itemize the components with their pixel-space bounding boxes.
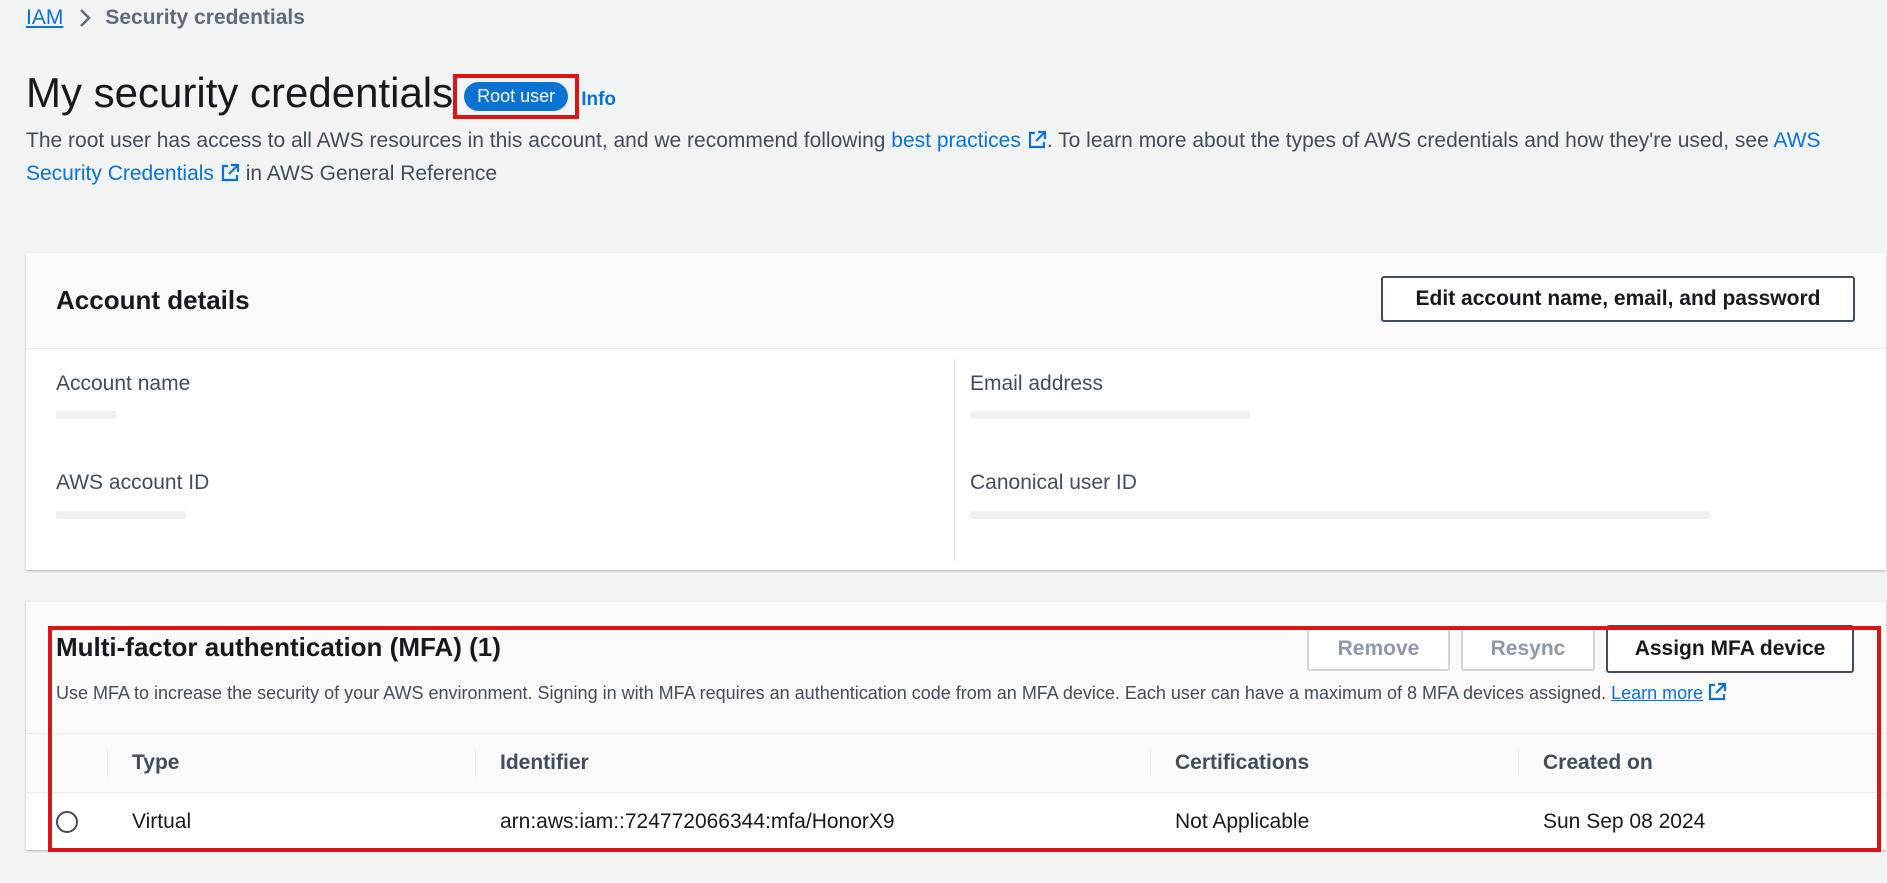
intro-text-1: The root user has access to all AWS reso… — [26, 129, 892, 152]
aws-account-id-value — [56, 511, 186, 519]
type-cell: Virtual — [132, 809, 192, 833]
breadcrumb: IAM Security credentials — [26, 6, 305, 30]
column-header-certifications[interactable]: Certifications — [1150, 734, 1518, 793]
account-details-title: Account details — [56, 285, 250, 315]
select-column-header — [26, 734, 107, 793]
mfa-title: Multi-factor authentication (MFA) (1) — [56, 632, 501, 662]
table-header-row: Type Identifier Certifications Created o… — [26, 734, 1886, 793]
column-header-type-label: Type — [107, 749, 475, 777]
learn-more-link[interactable]: Learn more — [1611, 683, 1703, 703]
column-header-created-on-label: Created on — [1518, 749, 1886, 777]
mfa-panel: Multi-factor authentication (MFA) (1) Re… — [26, 602, 1886, 850]
external-link-icon — [1028, 130, 1046, 149]
root-user-badge: Root user — [464, 82, 569, 111]
best-practices-link-label: best practices — [891, 129, 1021, 152]
external-link-icon — [221, 163, 240, 182]
column-header-identifier-label: Identifier — [475, 749, 1150, 777]
table-row[interactable]: Virtual arn:aws:iam::724772066344:mfa/Ho… — [26, 793, 1886, 851]
column-header-certifications-label: Certifications — [1150, 749, 1518, 777]
account-details-header: Account details Edit account name, email… — [26, 253, 1886, 349]
column-divider — [954, 357, 955, 563]
remove-button[interactable]: Remove — [1307, 627, 1450, 671]
account-details-grid: Account name Email address AWS account I… — [26, 349, 1886, 569]
edit-account-button[interactable]: Edit account name, email, and password — [1381, 276, 1855, 322]
aws-account-id-label: AWS account ID — [56, 471, 210, 494]
intro-text-2: . To learn more about the types of AWS c… — [1046, 129, 1774, 152]
created-on-cell: Sun Sep 08 2024 — [1543, 809, 1706, 833]
email-value — [970, 411, 1250, 419]
intro-text-3: in AWS General Reference — [239, 162, 498, 185]
mfa-description-text: Use MFA to increase the security of your… — [56, 683, 1607, 703]
mfa-device-table: Type Identifier Certifications Created o… — [26, 734, 1886, 850]
learn-more-label: Learn more — [1611, 683, 1704, 703]
mfa-description: Use MFA to increase the security of your… — [56, 682, 1727, 704]
column-header-identifier[interactable]: Identifier — [475, 734, 1150, 793]
account-name-label: Account name — [56, 372, 191, 395]
breadcrumb-current: Security credentials — [105, 6, 305, 29]
page-header: My security credentials Root user Info — [26, 66, 616, 119]
account-details-panel: Account details Edit account name, email… — [26, 253, 1886, 570]
chevron-right-icon — [80, 9, 92, 27]
canonical-user-id-label: Canonical user ID — [970, 471, 1137, 494]
assign-mfa-device-button[interactable]: Assign MFA device — [1606, 625, 1854, 673]
column-header-type[interactable]: Type — [107, 734, 475, 793]
external-link-icon — [1709, 682, 1727, 701]
email-label: Email address — [970, 372, 1104, 395]
resync-button[interactable]: Resync — [1461, 627, 1595, 671]
info-link[interactable]: Info — [581, 89, 616, 111]
root-user-badge-highlight: Root user — [453, 74, 580, 119]
canonical-user-id-value — [970, 511, 1710, 519]
identifier-cell: arn:aws:iam::724772066344:mfa/HonorX9 — [500, 809, 895, 833]
page-title: My security credentials — [26, 68, 454, 116]
breadcrumb-iam-link[interactable]: IAM — [26, 6, 63, 30]
account-name-value — [56, 411, 116, 419]
mfa-header: Multi-factor authentication (MFA) (1) Re… — [26, 602, 1886, 734]
page-description: The root user has access to all AWS reso… — [26, 124, 1846, 190]
best-practices-link[interactable]: best practices — [891, 129, 1047, 152]
row-select-cell — [26, 793, 107, 851]
column-header-created-on[interactable]: Created on — [1518, 734, 1886, 793]
certifications-cell: Not Applicable — [1175, 809, 1310, 833]
radio-icon[interactable] — [56, 810, 78, 833]
